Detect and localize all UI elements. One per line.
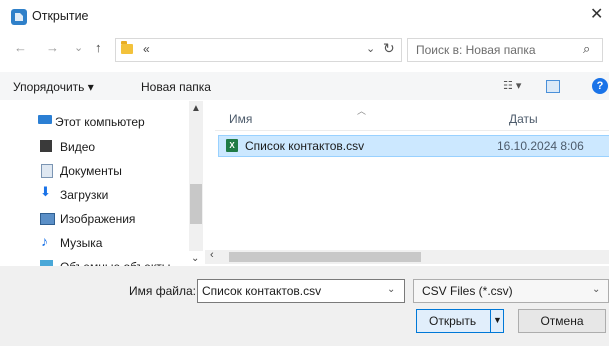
excel-csv-icon: X [226,139,238,152]
window-title: Открытие [32,9,89,23]
navigation-scrollbar-thumb[interactable] [190,184,202,224]
search-icon[interactable]: ⌕ [583,41,590,57]
new-folder-button[interactable]: Новая папка [141,80,211,94]
view-options-icon[interactable]: ☷ ▾ [503,79,521,92]
cancel-button[interactable]: Отмена [518,309,606,333]
scroll-left-icon[interactable]: ‹ [210,249,214,261]
sidebar-item-pictures[interactable]: Изображения [60,212,135,226]
column-header-date[interactable]: Даты [509,112,538,126]
sidebar-item-downloads[interactable]: Загрузки [60,188,108,202]
file-date: 16.10.2024 8:06 [497,139,584,153]
organize-button[interactable]: Упорядочить ▾ [13,80,94,94]
open-dialog-icon [11,9,27,25]
dialog-footer [0,266,609,346]
back-icon[interactable]: ← [14,40,27,56]
recent-locations-icon[interactable]: ⌄ [74,40,83,56]
folder-icon [121,41,133,54]
filename-field[interactable]: Список контактов.csv ⌄ [197,279,405,303]
command-bar: Упорядочить ▾ Новая папка ☷ ▾ ? [0,72,609,100]
sidebar-item-music[interactable]: Музыка [60,236,102,250]
close-icon[interactable]: ✕ [590,7,603,23]
navigation-scrollbar[interactable] [189,101,203,251]
help-icon[interactable]: ? [592,78,608,94]
open-button-label: Открыть [429,314,477,328]
breadcrumb[interactable]: « [143,42,150,56]
refresh-icon[interactable]: ↻ [383,40,395,57]
computer-icon [38,115,52,124]
search-placeholder: Поиск в: Новая папка [416,43,536,57]
file-row[interactable]: X Список контактов.csv 16.10.2024 8:06 [218,135,609,157]
up-folder-icon[interactable]: ↑ [95,40,102,56]
filetype-value: CSV Files (*.csv) [422,284,513,298]
search-input[interactable]: Поиск в: Новая папка ⌕ [407,38,603,62]
music-icon: ♪ [41,233,48,249]
pictures-icon [40,213,55,225]
horizontal-scrollbar-thumb[interactable] [229,252,421,262]
address-bar[interactable]: « ⌄ ↻ [115,38,402,62]
split-divider [490,310,491,332]
column-header-name[interactable]: Имя [229,112,252,126]
video-icon [40,140,52,152]
documents-icon [41,164,53,178]
scroll-up-icon[interactable]: ▲ [191,103,201,114]
title-bar: Открытие ✕ [0,0,609,34]
filetype-select[interactable]: CSV Files (*.csv) ⌄ [413,279,609,303]
open-button[interactable]: Открыть ▼ [416,309,504,333]
sidebar-item-video[interactable]: Видео [60,140,95,154]
chevron-down-icon[interactable]: ⌄ [387,284,395,295]
open-options-dropdown-icon[interactable]: ▼ [493,315,502,325]
file-name: Список контактов.csv [245,139,365,153]
filename-value: Список контактов.csv [202,284,322,298]
scroll-down-icon[interactable]: ⌄ [191,253,199,264]
filename-label: Имя файла: [129,284,196,298]
chevron-down-icon[interactable]: ⌄ [592,284,600,295]
header-divider [215,130,609,131]
chevron-down-icon[interactable]: ⌄ [366,42,375,55]
navigation-pane: Этот компьютер Видео Документы ⬇ Загрузк… [0,101,205,269]
forward-icon[interactable]: → [46,40,59,56]
cancel-button-label: Отмена [540,314,584,328]
sidebar-item-this-pc[interactable]: Этот компьютер [55,115,145,129]
sort-indicator-icon: ︿ [357,106,367,116]
downloads-icon: ⬇ [40,184,51,199]
sidebar-item-documents[interactable]: Документы [60,164,122,178]
preview-pane-icon[interactable] [546,80,560,93]
